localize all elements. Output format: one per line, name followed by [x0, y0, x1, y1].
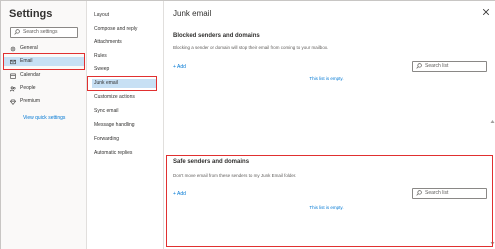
- sidebar-item-label: General: [20, 45, 38, 51]
- submenu-item-attachments[interactable]: Attachments: [92, 38, 157, 47]
- view-quick-settings-link[interactable]: View quick settings: [23, 115, 65, 121]
- submenu-item-message-handling[interactable]: Message handling: [92, 121, 157, 130]
- submenu-item-compose[interactable]: Compose and reply: [92, 25, 157, 34]
- submenu-item-sync-email[interactable]: Sync email: [92, 107, 157, 116]
- settings-sidebar: Settings Search settings General Email C…: [1, 1, 87, 249]
- email-highlight-box: [3, 53, 85, 70]
- submenu-item-automatic-replies[interactable]: Automatic replies: [92, 149, 157, 158]
- settings-search-input[interactable]: Search settings: [10, 27, 78, 38]
- scroll-up-icon[interactable]: [490, 119, 495, 124]
- sidebar-item-premium[interactable]: Premium: [9, 97, 81, 106]
- blocked-search-placeholder: Search list: [425, 63, 449, 69]
- sidebar-item-label: People: [20, 85, 36, 91]
- settings-window: Settings Search settings General Email C…: [0, 0, 495, 249]
- page-title: Junk email: [173, 9, 212, 18]
- blocked-add-button[interactable]: + Add: [173, 64, 186, 70]
- close-icon[interactable]: [482, 8, 490, 16]
- sidebar-item-general[interactable]: General: [9, 44, 81, 53]
- calendar-icon: [10, 73, 16, 79]
- search-icon: [416, 63, 422, 69]
- sidebar-item-label: Premium: [20, 98, 41, 104]
- safe-senders-highlight-box: [166, 155, 493, 247]
- submenu-item-customize-actions[interactable]: Customize actions: [92, 93, 157, 102]
- blocked-search-input[interactable]: Search list: [412, 61, 487, 72]
- email-settings-submenu: Layout Compose and reply Attachments Rul…: [87, 1, 164, 249]
- submenu-item-layout[interactable]: Layout: [92, 11, 157, 20]
- diamond-icon: [10, 99, 16, 105]
- sidebar-item-people[interactable]: People: [9, 84, 81, 93]
- sidebar-item-label: Calendar: [20, 72, 41, 78]
- junk-email-highlight-box: [87, 76, 157, 91]
- people-icon: [10, 86, 16, 91]
- settings-search-placeholder: Search settings: [23, 29, 58, 35]
- blocked-section-title: Blocked senders and domains: [173, 33, 260, 39]
- submenu-item-forwarding[interactable]: Forwarding: [92, 135, 157, 144]
- gear-icon: [10, 46, 16, 51]
- blocked-section-description: Blocking a sender or domain will stop th…: [173, 45, 329, 50]
- blocked-empty-message: This list is empty.: [309, 76, 344, 81]
- settings-title: Settings: [9, 8, 53, 20]
- search-icon: [14, 29, 20, 35]
- submenu-item-sweep[interactable]: Sweep: [92, 65, 157, 74]
- submenu-item-rules[interactable]: Rules: [92, 52, 157, 61]
- sidebar-item-calendar[interactable]: Calendar: [9, 71, 81, 80]
